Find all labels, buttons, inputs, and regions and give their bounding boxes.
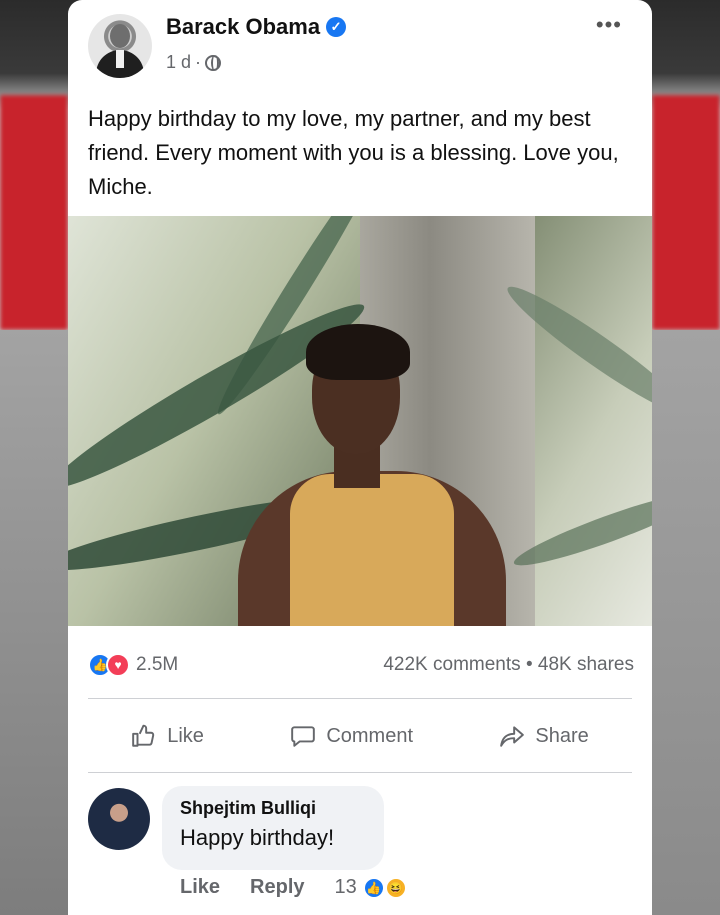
post-meta: 1 d · [166, 52, 222, 73]
post-stats: 👍 ♥ 2.5M 422K comments • 48K shares [88, 648, 634, 682]
speech-bubble-icon [291, 726, 316, 747]
post-time[interactable]: 1 d [166, 52, 191, 73]
background-grey-left [0, 330, 68, 915]
globe-icon [205, 54, 222, 71]
post-card: Barack Obama ✓ 1 d · ••• Happy birthday … [68, 0, 652, 915]
like-label: Like [167, 724, 204, 747]
commenter-name[interactable]: Shpejtim Bulliqi [180, 798, 366, 819]
share-label: Share [535, 724, 589, 747]
comment-actions: Like Reply 13 👍 😆 [180, 876, 407, 899]
share-button[interactable]: Share [499, 723, 589, 749]
heart-icon: ♥ [106, 653, 130, 677]
post-header: Barack Obama ✓ 1 d · ••• [68, 0, 652, 92]
shares-count[interactable]: 48K shares [538, 654, 634, 675]
commenter-avatar[interactable] [88, 788, 150, 850]
comment-reaction-count: 13 [334, 876, 357, 898]
share-arrow-icon [500, 726, 525, 747]
avatar-shirt [116, 50, 124, 68]
comments-shares: 422K comments • 48K shares [383, 654, 634, 676]
meta-separator: · [195, 52, 202, 72]
photo-person-top [290, 474, 454, 626]
comment-like-button[interactable]: Like [180, 876, 220, 899]
background-red-band-right [652, 95, 720, 330]
photo-person-hair [306, 324, 410, 380]
author-name-row: Barack Obama ✓ [166, 14, 347, 40]
post-text: Happy birthday to my love, my partner, a… [88, 106, 619, 199]
comment-bubble: Shpejtim Bulliqi Happy birthday! [162, 786, 384, 870]
laughing-face-icon: 😆 [384, 876, 407, 899]
thumbs-up-icon: 👍 [362, 876, 385, 899]
stats-separator: • [525, 654, 533, 675]
comment-button[interactable]: Comment [290, 723, 413, 749]
post-actions: Like Comment Share [88, 708, 632, 764]
author-name[interactable]: Barack Obama [166, 14, 320, 40]
reaction-icons: 👍 ♥ [88, 653, 130, 677]
divider [88, 698, 632, 699]
comment-reactions[interactable]: 13 👍 😆 [335, 876, 407, 899]
background-grey-right [652, 330, 720, 915]
thumbs-up-icon [132, 724, 155, 747]
post-photo[interactable] [68, 216, 652, 626]
background-red-band-left [0, 95, 68, 330]
more-options-icon[interactable]: ••• [596, 12, 622, 38]
verified-badge-icon: ✓ [326, 17, 347, 37]
avatar-face [110, 24, 130, 48]
comments-count[interactable]: 422K comments [383, 654, 520, 675]
reactions-summary[interactable]: 👍 ♥ 2.5M [88, 653, 178, 677]
comment-label: Comment [326, 724, 414, 747]
comment-text: Happy birthday! [180, 825, 335, 850]
comment-reply-button[interactable]: Reply [250, 876, 304, 899]
divider [88, 772, 632, 773]
reactions-count: 2.5M [136, 654, 179, 675]
like-button[interactable]: Like [131, 723, 204, 749]
author-avatar[interactable] [88, 14, 152, 78]
